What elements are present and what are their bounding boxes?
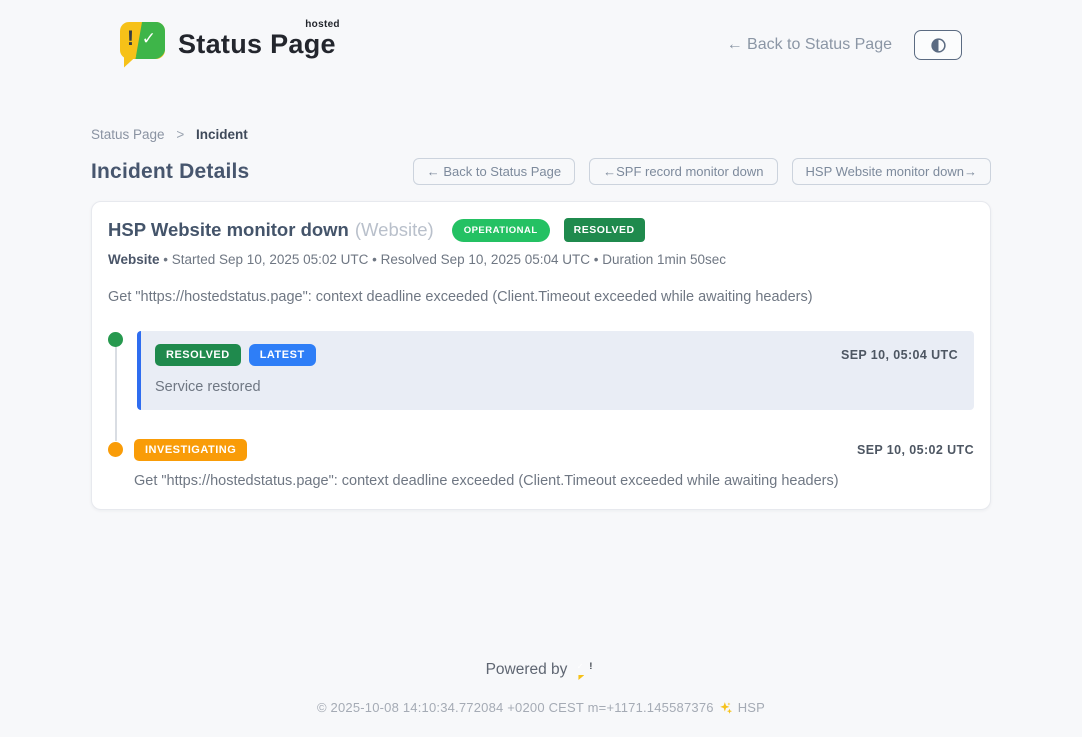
incident-component: (Website) bbox=[355, 219, 434, 241]
timeline-dot-green bbox=[108, 332, 123, 347]
incident-title: HSP Website monitor down bbox=[108, 219, 349, 241]
back-to-status-page-link[interactable]: ← Back to Status Page bbox=[727, 36, 892, 54]
next-incident-button[interactable]: HSP Website monitor down→ bbox=[792, 158, 991, 185]
incident-meta: Website • Started Sep 10, 2025 05:02 UTC… bbox=[108, 252, 974, 267]
sparkles-icon bbox=[719, 701, 733, 715]
breadcrumb: Status Page > Incident bbox=[91, 127, 991, 142]
breadcrumb-root[interactable]: Status Page bbox=[91, 127, 165, 142]
timeline-item-investigating: INVESTIGATING SEP 10, 05:02 UTC Get "htt… bbox=[108, 438, 974, 489]
incident-timeline: RESOLVED LATEST SEP 10, 05:04 UTC Servic… bbox=[108, 331, 974, 489]
logo-text: Status Page bbox=[178, 29, 336, 59]
main-content: Status Page > Incident Incident Details … bbox=[91, 74, 991, 510]
powered-by-label: Powered by bbox=[486, 661, 568, 679]
logo-bubble-icon: ! ✓ bbox=[120, 22, 166, 70]
timeline-timestamp: SEP 10, 05:04 UTC bbox=[841, 348, 958, 362]
incident-card: HSP Website monitor down (Website) OPERA… bbox=[91, 201, 991, 510]
copyright-brand: HSP bbox=[738, 700, 765, 715]
theme-toggle-button[interactable] bbox=[914, 30, 962, 60]
timeline-latest-badge: LATEST bbox=[249, 344, 316, 366]
timeline-resolved-badge: RESOLVED bbox=[155, 344, 241, 366]
timeline-timestamp: SEP 10, 05:02 UTC bbox=[857, 443, 974, 457]
logo-hosted-label: hosted bbox=[305, 19, 340, 30]
incident-description: Get "https://hostedstatus.page": context… bbox=[108, 289, 974, 305]
footer: Powered by ! ✓ © 2025-10-08 14:10:34.772… bbox=[0, 659, 1082, 737]
timeline-item-resolved: RESOLVED LATEST SEP 10, 05:04 UTC Servic… bbox=[108, 331, 974, 410]
app-logo[interactable]: ! ✓ Status Page hosted bbox=[120, 21, 336, 70]
contrast-icon bbox=[930, 37, 947, 54]
operational-badge: OPERATIONAL bbox=[452, 219, 550, 242]
page-title: Incident Details bbox=[91, 160, 249, 184]
timeline-dot-orange bbox=[108, 442, 123, 457]
powered-by: Powered by ! ✓ bbox=[486, 659, 597, 681]
powered-by-logo-icon[interactable]: ! ✓ bbox=[576, 659, 596, 681]
incident-nav-buttons: ← Back to Status Page ←SPF record monito… bbox=[413, 158, 991, 185]
logo-check-glyph: ✓ bbox=[142, 29, 156, 49]
back-to-status-page-button[interactable]: ← Back to Status Page bbox=[413, 158, 575, 185]
timeline-highlight-box: RESOLVED LATEST SEP 10, 05:04 UTC Servic… bbox=[137, 331, 974, 410]
timeline-plain-content: INVESTIGATING SEP 10, 05:02 UTC Get "htt… bbox=[134, 438, 974, 489]
prev-incident-button[interactable]: ←SPF record monitor down bbox=[589, 158, 777, 185]
meta-timestamps: • Started Sep 10, 2025 05:02 UTC • Resol… bbox=[163, 252, 726, 267]
copyright-text: © 2025-10-08 14:10:34.772084 +0200 CEST … bbox=[317, 700, 714, 715]
meta-component: Website bbox=[108, 252, 160, 267]
timeline-investigating-badge: INVESTIGATING bbox=[134, 439, 247, 461]
timeline-message: Get "https://hostedstatus.page": context… bbox=[134, 473, 974, 489]
header: ! ✓ Status Page hosted ← Back to Status … bbox=[0, 0, 1082, 74]
breadcrumb-separator: > bbox=[176, 127, 184, 142]
timeline-message: Service restored bbox=[155, 379, 958, 395]
resolved-badge: RESOLVED bbox=[564, 218, 645, 242]
logo-exclaim-glyph: ! bbox=[127, 27, 134, 51]
copyright-line: © 2025-10-08 14:10:34.772084 +0200 CEST … bbox=[0, 700, 1082, 715]
breadcrumb-current: Incident bbox=[196, 127, 248, 142]
